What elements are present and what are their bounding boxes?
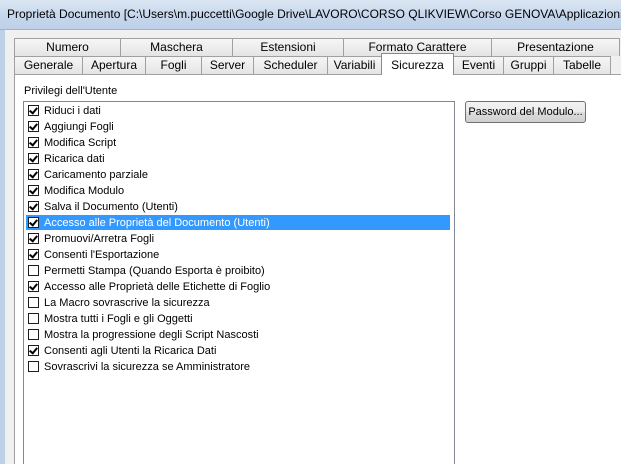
privilege-checkbox[interactable] <box>28 345 39 356</box>
privilege-label: Consenti agli Utenti la Ricarica Dati <box>44 344 217 357</box>
privilege-item[interactable]: Sovrascrivi la sicurezza se Amministrato… <box>26 359 450 374</box>
privilege-item[interactable]: Permetti Stampa (Quando Esporta è proibi… <box>26 263 450 278</box>
window-title: Proprietà Documento [C:\Users\m.puccetti… <box>7 7 621 21</box>
privilege-label: Aggiungi Fogli <box>44 120 114 133</box>
privilege-item[interactable]: Consenti l'Esportazione <box>26 247 450 262</box>
privilege-item[interactable]: Accesso alle Proprietà delle Etichette d… <box>26 279 450 294</box>
privilege-item[interactable]: Modifica Modulo <box>26 183 450 198</box>
privilege-item[interactable]: La Macro sovrascrive la sicurezza <box>26 295 450 310</box>
tab-row-front: Generale Apertura Fogli Server Scheduler… <box>14 53 611 75</box>
privilege-checkbox[interactable] <box>28 121 39 132</box>
privilege-checkbox[interactable] <box>28 361 39 372</box>
privilege-label: Riduci i dati <box>44 104 101 117</box>
tab-presentazione[interactable]: Presentazione <box>491 38 620 56</box>
title-bar[interactable]: Proprietà Documento [C:\Users\m.puccetti… <box>0 0 621 30</box>
privilege-checkbox[interactable] <box>28 217 39 228</box>
privilege-checkbox[interactable] <box>28 313 39 324</box>
privilege-label: Mostra tutti i Fogli e gli Oggetti <box>44 312 193 325</box>
privilege-item[interactable]: Ricarica dati <box>26 151 450 166</box>
tab-numero[interactable]: Numero <box>14 38 121 56</box>
privilege-checkbox[interactable] <box>28 153 39 164</box>
privilege-label: Accesso alle Proprietà delle Etichette d… <box>44 280 271 293</box>
privilege-label: Ricarica dati <box>44 152 105 165</box>
tab-variabili[interactable]: Variabili <box>327 56 382 74</box>
privilege-item[interactable]: Accesso alle Proprietà del Documento (Ut… <box>26 215 450 230</box>
privilege-item[interactable]: Consenti agli Utenti la Ricarica Dati <box>26 343 450 358</box>
tab-gruppi[interactable]: Gruppi <box>503 56 554 74</box>
tab-tabelle[interactable]: Tabelle <box>553 56 611 74</box>
user-privileges-label: Privilegi dell'Utente <box>24 85 118 97</box>
privilege-label: Modifica Modulo <box>44 184 125 197</box>
tab-panel-sicurezza: Privilegi dell'Utente Riduci i dati Aggi… <box>14 74 621 464</box>
privilege-item[interactable]: Caricamento parziale <box>26 167 450 182</box>
user-privileges-list[interactable]: Riduci i dati Aggiungi Fogli Modifica Sc… <box>23 101 455 464</box>
dialog-content: Numero Maschera Estensioni Formato Carat… <box>5 30 621 464</box>
module-password-button[interactable]: Password del Modulo... <box>465 101 586 123</box>
privilege-item[interactable]: Mostra la progressione degli Script Nasc… <box>26 327 450 342</box>
privilege-checkbox[interactable] <box>28 201 39 212</box>
privilege-label: Modifica Script <box>44 136 117 149</box>
privilege-label: Promuovi/Arretra Fogli <box>44 232 155 245</box>
tab-row-back: Numero Maschera Estensioni Formato Carat… <box>14 38 620 56</box>
tab-apertura[interactable]: Apertura <box>82 56 146 74</box>
privilege-checkbox[interactable] <box>28 329 39 340</box>
privilege-label: Consenti l'Esportazione <box>44 248 160 261</box>
privilege-checkbox[interactable] <box>28 281 39 292</box>
tab-scheduler[interactable]: Scheduler <box>253 56 328 74</box>
document-properties-window: Proprietà Documento [C:\Users\m.puccetti… <box>0 0 621 464</box>
tab-sicurezza[interactable]: Sicurezza <box>381 53 454 75</box>
privilege-checkbox[interactable] <box>28 249 39 260</box>
privilege-checkbox[interactable] <box>28 297 39 308</box>
privilege-checkbox[interactable] <box>28 137 39 148</box>
tab-eventi[interactable]: Eventi <box>453 56 504 74</box>
privilege-item[interactable]: Modifica Script <box>26 135 450 150</box>
privilege-checkbox[interactable] <box>28 265 39 276</box>
privilege-label: Mostra la progressione degli Script Nasc… <box>44 328 259 341</box>
privilege-label: Caricamento parziale <box>44 168 148 181</box>
privilege-item[interactable]: Promuovi/Arretra Fogli <box>26 231 450 246</box>
privilege-label: Permetti Stampa (Quando Esporta è proibi… <box>44 264 265 277</box>
privilege-label: Accesso alle Proprietà del Documento (Ut… <box>44 216 270 229</box>
privilege-checkbox[interactable] <box>28 105 39 116</box>
privilege-item[interactable]: Mostra tutti i Fogli e gli Oggetti <box>26 311 450 326</box>
tab-fogli[interactable]: Fogli <box>145 56 202 74</box>
privilege-label: Salva il Documento (Utenti) <box>44 200 178 213</box>
privilege-label: La Macro sovrascrive la sicurezza <box>44 296 210 309</box>
privilege-item[interactable]: Salva il Documento (Utenti) <box>26 199 450 214</box>
privilege-item[interactable]: Aggiungi Fogli <box>26 119 450 134</box>
tab-generale[interactable]: Generale <box>14 56 83 74</box>
privilege-item[interactable]: Riduci i dati <box>26 103 450 118</box>
tab-estensioni[interactable]: Estensioni <box>232 38 344 56</box>
privilege-checkbox[interactable] <box>28 233 39 244</box>
privilege-checkbox[interactable] <box>28 185 39 196</box>
tab-maschera[interactable]: Maschera <box>120 38 233 56</box>
privilege-label: Sovrascrivi la sicurezza se Amministrato… <box>44 360 251 373</box>
privilege-checkbox[interactable] <box>28 169 39 180</box>
tab-server[interactable]: Server <box>201 56 254 74</box>
